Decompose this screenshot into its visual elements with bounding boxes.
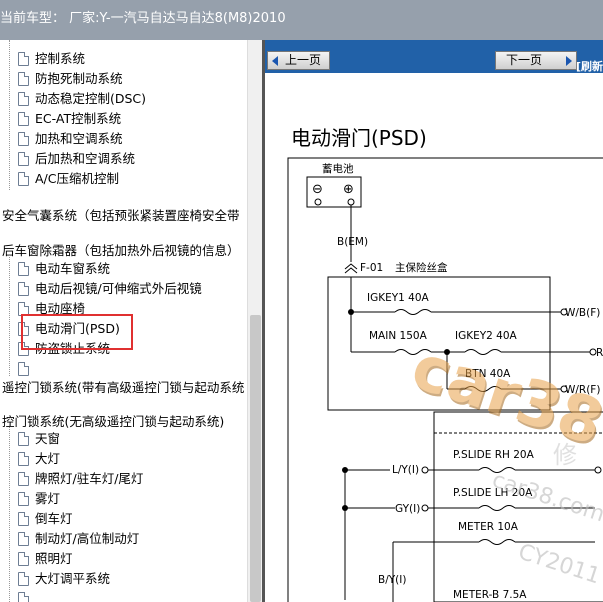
scrollbar-thumb[interactable] xyxy=(250,315,261,602)
document-icon xyxy=(18,532,29,546)
title-bar: 当前车型： 厂家:Y-一汽马自达马自达8(M8)2010 xyxy=(0,0,603,40)
document-icon xyxy=(18,152,29,166)
tree-item-label: 控制系统 xyxy=(35,51,86,66)
document-icon xyxy=(18,112,29,126)
tree-section-rear-defroster[interactable]: 后车窗除霜器（包括加热外后视镜的信息） xyxy=(2,241,240,261)
wire-r: R xyxy=(596,347,603,359)
fuse-meter: METER 10A xyxy=(458,521,519,533)
document-icon xyxy=(18,592,29,602)
fuse-igkey1: IGKEY1 40A xyxy=(367,292,430,304)
wire-ly-i: L/Y(I) xyxy=(392,464,419,476)
battery-label: 蓄电池 xyxy=(322,162,354,175)
tree-item-label: 电动车窗系统 xyxy=(35,261,111,276)
document-icon xyxy=(18,452,29,466)
tree-connector-line xyxy=(9,254,10,376)
document-icon xyxy=(18,52,29,66)
fuse-pslide-rh: P.SLIDE RH 20A xyxy=(453,449,535,461)
tree-item-label: 牌照灯/驻车灯/尾灯 xyxy=(35,471,144,486)
document-icon xyxy=(18,472,29,486)
document-icon xyxy=(18,262,29,276)
document-icon xyxy=(18,92,29,106)
junction-box xyxy=(433,411,603,602)
tree-item-label: EC-AT控制系统 xyxy=(35,111,122,126)
document-icon xyxy=(18,512,29,526)
wiring-diagram: 蓄电池 ⊖ ⊕ B(EM) F-01 主保险丝盒 IGKEY1 40A W/B(… xyxy=(287,157,603,602)
tree-item-label: 大灯 xyxy=(35,451,61,466)
fuse-main: MAIN 150A xyxy=(369,330,428,342)
document-icon xyxy=(18,72,29,86)
document-icon xyxy=(18,362,29,376)
tree-item-label: A/C压缩机控制 xyxy=(35,171,119,186)
tree-item-label: 制动灯/高位制动灯 xyxy=(35,531,140,546)
tree-item-label: 防抱死制动系统 xyxy=(35,71,123,86)
selection-highlight xyxy=(21,314,133,350)
current-model-text: 当前车型： 厂家:Y-一汽马自达马自达8(M8)2010 xyxy=(0,11,286,26)
fuse-box-label: 主保险丝盒 xyxy=(395,261,448,274)
tree-connector-line xyxy=(9,40,10,190)
document-icon xyxy=(18,132,29,146)
tree-scrollbar[interactable] xyxy=(247,40,262,602)
wire-wb-f: W/B(F) xyxy=(565,307,600,319)
wire-gy-i: GY(I) xyxy=(395,503,420,515)
fuse-igkey2: IGKEY2 40A xyxy=(455,330,518,342)
tree-item-label: 后加热和空调系统 xyxy=(35,151,136,166)
wire-by-i: B/Y(I) xyxy=(378,574,406,586)
document-icon xyxy=(18,552,29,566)
fuse-btn: BTN 40A xyxy=(465,368,511,380)
tree-item-label: 加热和空调系统 xyxy=(35,131,123,146)
wire-bem-label: B(EM) xyxy=(337,236,368,248)
tree-item-label: 倒车灯 xyxy=(35,511,73,526)
battery-plus-icon: ⊕ xyxy=(343,182,354,197)
main-fuse-box xyxy=(327,276,551,411)
tree-section-airbag[interactable]: 安全气囊系统（包括预张紧装置座椅安全带 xyxy=(2,206,240,226)
tree-item-label: 雾灯 xyxy=(35,491,61,506)
tree-item-label: 动态稳定控制(DSC) xyxy=(35,91,147,106)
document-icon xyxy=(18,172,29,186)
document-icon xyxy=(18,432,29,446)
tree-connector-line xyxy=(9,424,10,602)
document-icon xyxy=(18,492,29,506)
tree-item-label: 电动后视镜/可伸缩式外后视镜 xyxy=(35,281,202,296)
tree-item-label: 照明灯 xyxy=(35,551,73,566)
tree-item-label: 天窗 xyxy=(35,431,61,446)
fuse-meter-b: METER-B 7.5A xyxy=(453,589,527,601)
wire-wr-f: W/R(F) xyxy=(565,384,600,396)
document-icon xyxy=(18,572,29,586)
fuse-pslide-lh: P.SLIDE LH 20A xyxy=(453,487,533,499)
battery-minus-icon: ⊖ xyxy=(312,182,323,197)
document-icon xyxy=(18,282,29,296)
fuse-box-id: F-01 xyxy=(360,262,383,274)
tree-item-label: 大灯调平系统 xyxy=(35,571,111,586)
tree-section-remote-lock[interactable]: 遥控门锁系统(带有高级遥控门锁与起动系统 xyxy=(2,378,244,398)
document-pane: 上一页 下一页 [刷新 电动滑门(PSD) 蓄电池 ⊖ ⊕ B(EM) F-01… xyxy=(265,40,603,602)
